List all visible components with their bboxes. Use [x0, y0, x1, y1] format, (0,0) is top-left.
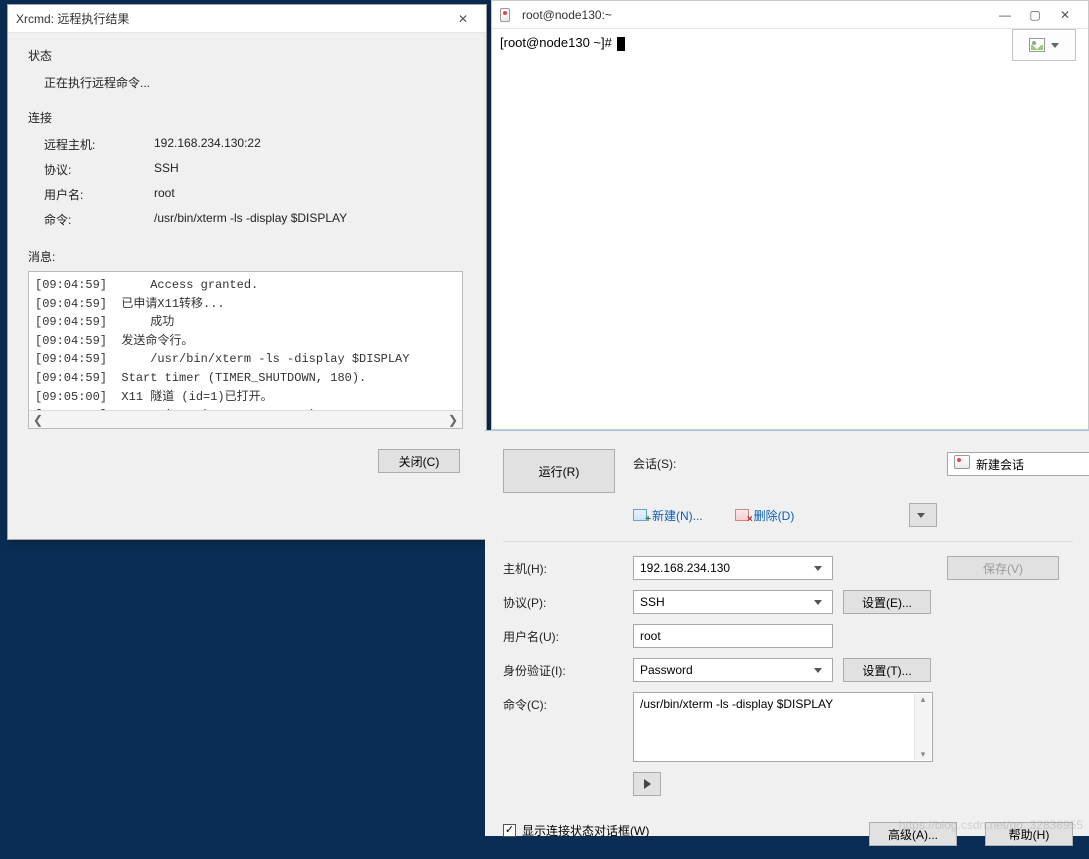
session-select[interactable]: 新建会话 — [947, 452, 1089, 476]
chevron-down-icon — [814, 566, 822, 571]
scroll-right-icon[interactable]: ❯ — [444, 411, 462, 429]
username-value: root — [154, 186, 466, 203]
close-icon[interactable]: ✕ — [1050, 5, 1080, 25]
close-button[interactable]: 关闭(C) — [378, 449, 460, 473]
protocol-value: SSH — [154, 161, 466, 178]
command-value: /usr/bin/xterm -ls -display $DISPLAY — [154, 211, 466, 228]
picture-icon — [1029, 38, 1045, 52]
message-log[interactable]: [09:04:59] Access granted. [09:04:59] 已申… — [28, 271, 463, 429]
command-textarea[interactable]: /usr/bin/xterm -ls -display $DISPLAY ▴▾ — [633, 692, 933, 762]
auth-settings-button[interactable]: 设置(T)... — [843, 658, 931, 682]
terminal-app-icon — [500, 7, 516, 23]
terminal-cursor — [617, 37, 625, 51]
user-label: 用户名(U): — [503, 628, 623, 645]
chevron-down-icon — [814, 600, 822, 605]
play-icon — [644, 779, 651, 789]
delete-session-link[interactable]: 删除(D) — [735, 507, 795, 524]
message-section-label: 消息: — [28, 248, 466, 265]
new-session-link[interactable]: 新建(N)... — [633, 507, 703, 524]
username-input[interactable] — [633, 624, 833, 648]
session-label: 会话(S): — [633, 455, 937, 472]
protocol-label: 协议: — [44, 161, 154, 178]
xrcmd-titlebar[interactable]: Xrcmd: 远程执行结果 ✕ — [8, 5, 486, 33]
protocol-settings-button[interactable]: 设置(E)... — [843, 590, 931, 614]
remote-host-value: 192.168.234.130:22 — [154, 136, 466, 153]
host-value: 192.168.234.130 — [640, 561, 730, 575]
auth-value: Password — [640, 663, 693, 677]
delete-icon — [735, 509, 749, 521]
session-panel: 会话(S): 新建会话 运行(R) 新建(N)... 删除(D) 主机(H): … — [485, 430, 1089, 836]
session-icon — [954, 455, 970, 469]
close-icon[interactable]: ✕ — [448, 9, 478, 29]
username-label: 用户名: — [44, 186, 154, 203]
xrcmd-title: Xrcmd: 远程执行结果 — [16, 10, 448, 27]
watermark-text: https://blog.csdn.net/qq_32838955 — [899, 818, 1083, 832]
execute-button[interactable] — [633, 772, 661, 796]
terminal-window: root@node130:~ — ▢ ✕ [root@node130 ~]# — [491, 0, 1089, 430]
terminal-title: root@node130:~ — [522, 8, 990, 22]
status-text: 正在执行远程命令... — [44, 74, 150, 91]
maximize-icon[interactable]: ▢ — [1020, 5, 1050, 25]
chevron-down-icon — [1051, 43, 1059, 48]
host-label: 主机(H): — [503, 560, 623, 577]
auth-select[interactable]: Password — [633, 658, 833, 682]
dropdown-button[interactable] — [909, 503, 937, 527]
new-icon — [633, 509, 647, 521]
command-label: 命令(C): — [503, 692, 623, 713]
image-dropdown-button[interactable] — [1012, 29, 1076, 61]
protocol-label: 协议(P): — [503, 594, 623, 611]
connect-section-label: 连接 — [28, 109, 466, 126]
chevron-down-icon — [917, 513, 925, 518]
message-log-text: [09:04:59] Access granted. [09:04:59] 已申… — [29, 272, 462, 410]
xrcmd-dialog: Xrcmd: 远程执行结果 ✕ 状态 正在执行远程命令... 连接 远程主机:1… — [7, 4, 487, 540]
horizontal-scrollbar[interactable]: ❮ ❯ — [29, 410, 462, 428]
host-combo[interactable]: 192.168.234.130 — [633, 556, 833, 580]
session-select-value: 新建会话 — [976, 458, 1024, 472]
terminal-titlebar[interactable]: root@node130:~ — ▢ ✕ — [492, 1, 1088, 29]
minimize-icon[interactable]: — — [990, 5, 1020, 25]
protocol-select[interactable]: SSH — [633, 590, 833, 614]
protocol-value: SSH — [640, 595, 665, 609]
chevron-down-icon — [814, 668, 822, 673]
run-button[interactable]: 运行(R) — [503, 449, 615, 493]
scroll-left-icon[interactable]: ❮ — [29, 411, 47, 429]
save-button[interactable]: 保存(V) — [947, 556, 1059, 580]
status-section-label: 状态 — [28, 47, 466, 64]
command-label: 命令: — [44, 211, 154, 228]
terminal-prompt: [root@node130 ~]# — [500, 35, 615, 50]
auth-label: 身份验证(I): — [503, 662, 623, 679]
command-value: /usr/bin/xterm -ls -display $DISPLAY — [640, 697, 833, 711]
remote-host-label: 远程主机: — [44, 136, 154, 153]
textarea-scrollbar[interactable]: ▴▾ — [914, 694, 931, 760]
terminal-body[interactable]: [root@node130 ~]# — [492, 29, 1088, 57]
